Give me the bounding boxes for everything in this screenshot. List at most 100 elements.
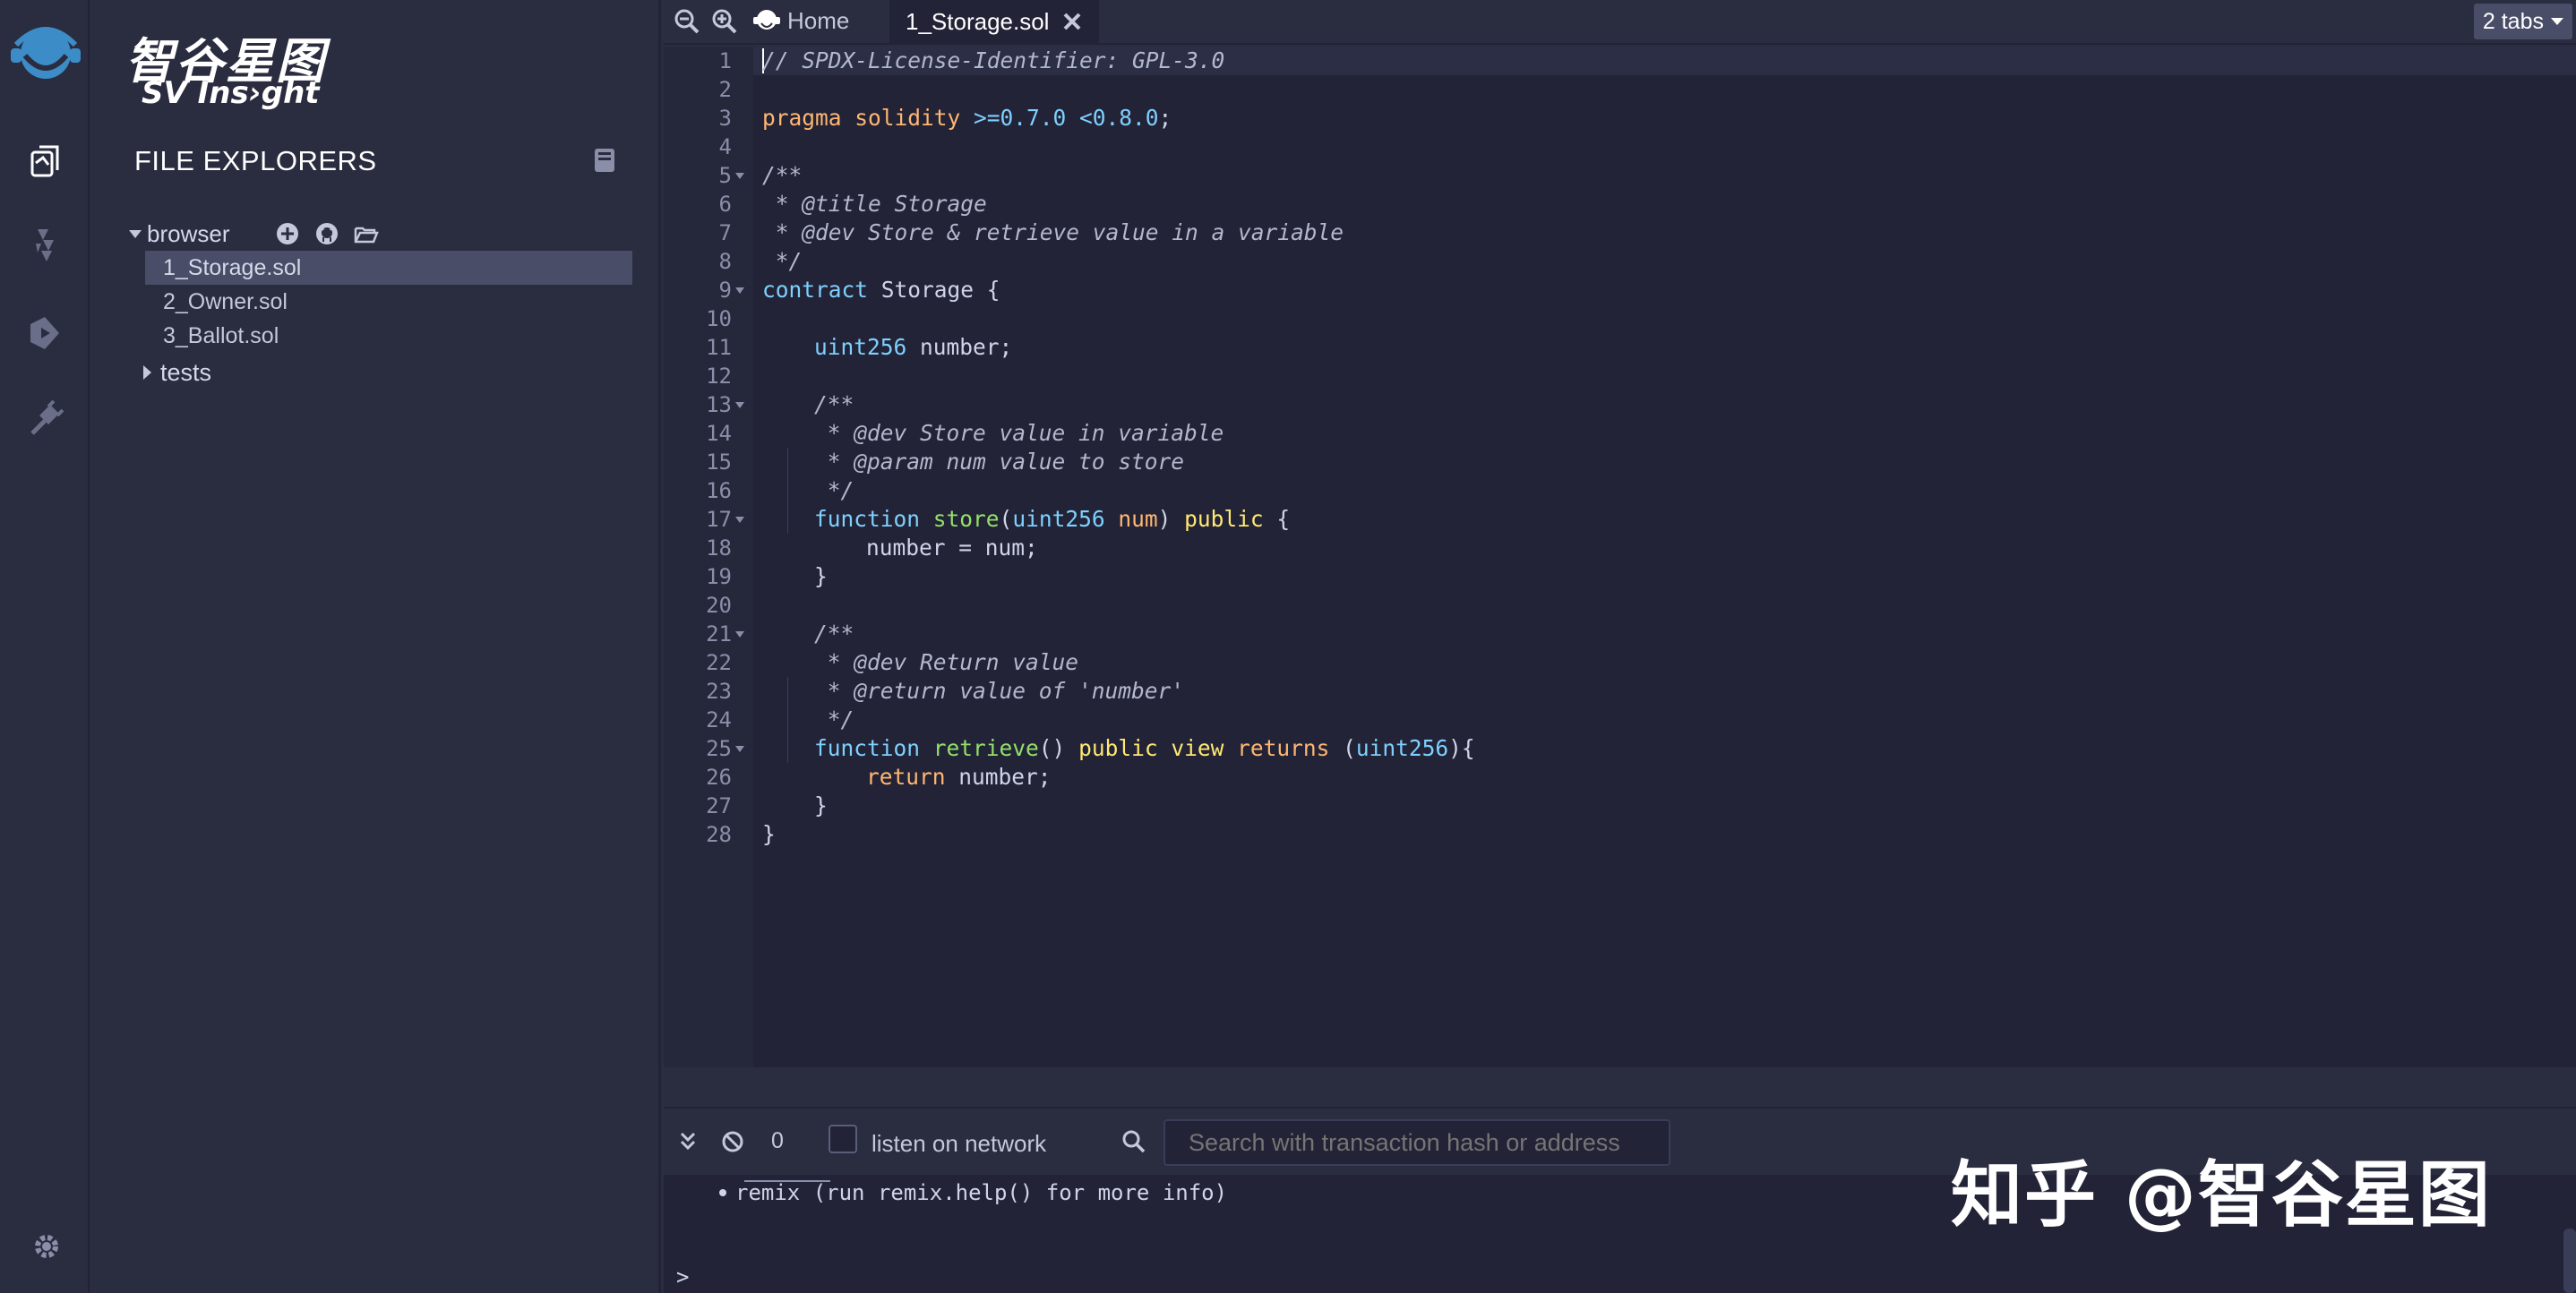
close-tab-icon[interactable] — [1061, 11, 1083, 32]
collapse-terminal-icon[interactable] — [674, 1128, 701, 1155]
tab-storage-sol[interactable]: 1_Storage.sol — [889, 0, 1100, 43]
zoom-in-icon[interactable] — [708, 5, 741, 38]
line-number: 1 — [718, 48, 732, 73]
line-number: 14 — [706, 421, 732, 446]
terminal-prompt[interactable]: > — [676, 1264, 689, 1289]
icon-rail — [0, 0, 90, 1293]
solidity-compiler-icon[interactable] — [23, 224, 66, 267]
file-explorer-icon[interactable] — [23, 140, 66, 183]
code-line-6: * @title Storage — [762, 191, 987, 217]
code-line-16: */ — [814, 477, 854, 503]
code-line-1: // SPDX-License-Identifier: GPL-3.0 — [762, 47, 1225, 73]
code-line-23: * @return value of 'number' — [814, 678, 1185, 704]
line-number: 8 — [718, 249, 732, 274]
fold-arrow-icon[interactable] — [735, 287, 744, 294]
file-item-owner[interactable]: 2_Owner.sol — [145, 285, 632, 319]
line-number: 7 — [718, 220, 732, 245]
file-item-storage[interactable]: 1_Storage.sol — [145, 251, 632, 285]
line-number: 25 — [706, 736, 732, 761]
indent-guide — [787, 677, 788, 763]
code-line-7: * @dev Store & retrieve value in a varia… — [762, 219, 1344, 245]
line-number: 16 — [706, 478, 732, 503]
book-icon[interactable] — [593, 147, 616, 174]
code-area[interactable]: // SPDX-License-Identifier: GPL-3.0 prag… — [753, 47, 2576, 1067]
fold-arrow-icon[interactable] — [735, 517, 744, 523]
search-icon — [1122, 1130, 1146, 1153]
code-editor[interactable]: 1 2 3 4 5 6 7 8 9 10 11 12 13 14 15 16 17 18 19 20 21 22 23 24 2… — [664, 47, 2576, 1067]
code-line-14: * @dev Store value in variable — [814, 420, 1224, 446]
line-number: 28 — [706, 822, 732, 847]
explorer-actions — [274, 220, 380, 247]
remix-home-icon — [753, 10, 780, 30]
code-line-28: } — [762, 821, 776, 847]
line-number: 13 — [706, 392, 732, 417]
line-number: 10 — [706, 306, 732, 331]
file-explorer-panel: 智谷星图 SV Ins›ght FILE EXPLORERS browser 1… — [90, 0, 661, 1293]
terminal-scrollbar[interactable] — [2563, 1229, 2576, 1293]
tabs-count-dropdown[interactable]: 2 tabs — [2473, 4, 2572, 39]
pending-tx-count: 0 — [771, 1128, 784, 1153]
code-line-17: function store(uint256 num) public { — [814, 506, 1291, 532]
line-number: 20 — [706, 593, 732, 618]
line-number-gutter: 1 2 3 4 5 6 7 8 9 10 11 12 13 14 15 16 17 18 19 20 21 22 23 24 2… — [664, 47, 753, 1067]
tabs-count-label: 2 tabs — [2482, 8, 2544, 34]
brand-name-en: SV Ins›ght — [142, 75, 320, 111]
code-line-19: } — [814, 563, 828, 589]
line-number: 4 — [718, 134, 732, 159]
panel-title: FILE EXPLORERS — [134, 145, 377, 176]
terminal-log-line: remix (run remix.help() for more info) — [719, 1180, 1227, 1205]
fold-arrow-icon[interactable] — [735, 402, 744, 408]
code-line-9: contract Storage { — [762, 277, 1000, 303]
remix-logo-icon[interactable] — [7, 18, 84, 86]
clear-console-icon[interactable] — [719, 1128, 746, 1155]
line-number: 12 — [706, 364, 732, 389]
line-number: 3 — [718, 106, 732, 131]
line-number: 27 — [706, 793, 732, 818]
line-number: 23 — [706, 679, 732, 704]
code-line-24: */ — [814, 706, 854, 732]
line-number: 9 — [718, 278, 732, 303]
zhihu-watermark: 知乎 @智谷星图 — [1951, 1153, 2492, 1237]
line-number: 18 — [706, 535, 732, 561]
folder-item-tests[interactable]: tests — [143, 356, 211, 389]
indent-guide — [787, 448, 788, 534]
code-line-3: pragma solidity >=0.7.0 <0.8.0; — [762, 105, 1172, 131]
bullet-icon — [719, 1189, 726, 1196]
fold-arrow-icon[interactable] — [735, 746, 744, 752]
fold-arrow-icon[interactable] — [735, 173, 744, 179]
chevron-down-icon — [2551, 18, 2563, 25]
tab-storage-label: 1_Storage.sol — [906, 7, 1050, 35]
code-line-13: /** — [814, 391, 854, 417]
code-line-18: number = num; — [866, 535, 1038, 561]
code-line-15: * @param num value to store — [814, 449, 1185, 475]
line-number: 26 — [706, 765, 732, 790]
listen-network-checkbox[interactable] — [829, 1125, 857, 1153]
listen-network-label: listen on network — [872, 1130, 1047, 1157]
create-file-icon[interactable] — [274, 220, 301, 247]
fold-arrow-icon[interactable] — [735, 631, 744, 638]
code-line-5: /** — [762, 162, 803, 188]
tx-search-input[interactable] — [1163, 1119, 1670, 1166]
folder-label: tests — [160, 358, 212, 386]
line-number: 2 — [718, 77, 732, 102]
caret-right-icon — [143, 365, 151, 380]
plugin-manager-icon[interactable] — [23, 398, 66, 441]
workspace-root[interactable]: browser — [129, 218, 229, 249]
file-item-ballot[interactable]: 3_Ballot.sol — [145, 319, 632, 353]
code-line-22: * @dev Return value — [814, 649, 1079, 675]
settings-gear-icon[interactable] — [29, 1229, 64, 1264]
line-number: 21 — [706, 621, 732, 646]
line-number: 15 — [706, 450, 732, 475]
workspace-root-label: browser — [147, 219, 230, 247]
line-number: 24 — [706, 707, 732, 732]
code-line-25: function retrieve() public view returns … — [814, 735, 1475, 761]
deploy-run-icon[interactable] — [23, 312, 66, 355]
terminal-log-text: remix (run remix.help() for more info) — [735, 1180, 1228, 1205]
zoom-out-icon[interactable] — [671, 5, 703, 38]
open-folder-icon[interactable] — [353, 220, 380, 247]
github-icon[interactable] — [313, 220, 340, 247]
tab-home[interactable]: Home — [751, 0, 849, 41]
line-number: 22 — [706, 650, 732, 675]
line-number: 6 — [718, 192, 732, 217]
caret-down-icon — [129, 229, 142, 238]
